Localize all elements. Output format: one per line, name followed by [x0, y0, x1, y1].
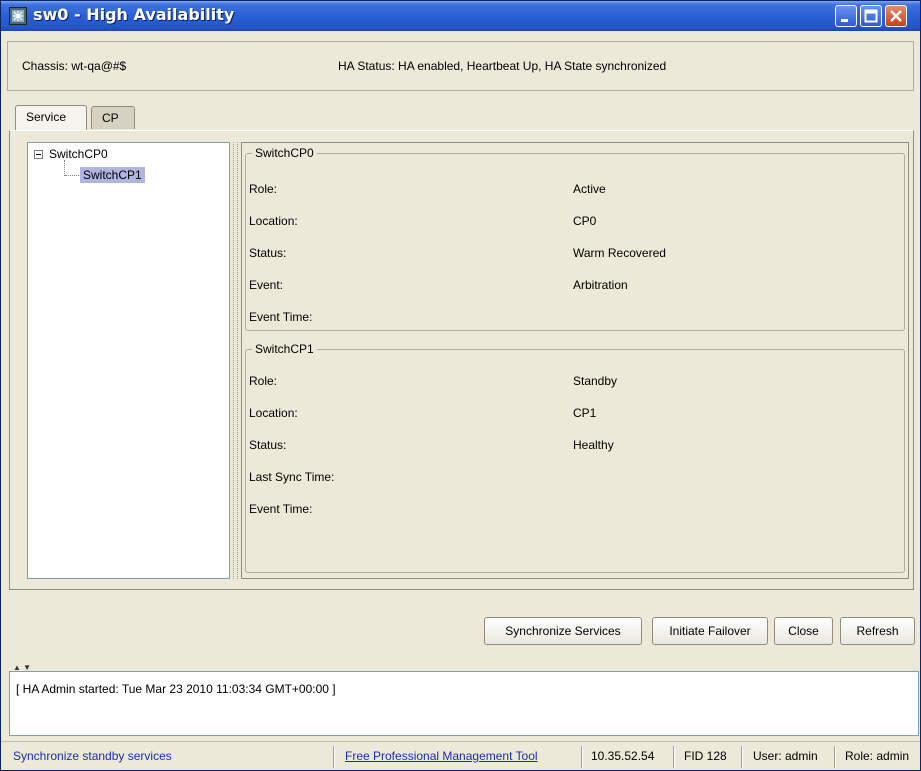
cp-tree[interactable]: SwitchCP0 SwitchCP1	[27, 142, 230, 579]
minimize-button[interactable]	[835, 5, 857, 27]
status-label: Status:	[249, 246, 287, 260]
event-time-label: Event Time:	[249, 310, 313, 324]
location-value: CP1	[573, 406, 597, 420]
close-button[interactable]: Close	[774, 617, 833, 645]
location-label: Location:	[249, 214, 298, 228]
ha-status-label: HA Status: HA enabled, Heartbeat Up, HA …	[338, 59, 667, 73]
tab-service[interactable]: Service	[15, 105, 87, 130]
event-label: Event:	[249, 278, 284, 292]
detail-panel: SwitchCP0 Role: Active Location: CP0 Sta…	[241, 142, 909, 579]
role-label: Role:	[249, 374, 278, 388]
title-bar[interactable]: sw0 - High Availability	[1, 1, 920, 31]
chassis-info-bar: Chassis: wt-qa@#$ HA Status: HA enabled,…	[7, 41, 914, 91]
log-line: [ HA Admin started: Tue Mar 23 2010 11:0…	[16, 682, 336, 696]
group-title: SwitchCP1	[252, 342, 317, 356]
tree-item-switchcp0[interactable]: SwitchCP0	[49, 146, 108, 162]
refresh-button[interactable]: Refresh	[840, 617, 915, 645]
tree-item-switchcp1[interactable]: SwitchCP1	[80, 167, 145, 183]
collapse-icon[interactable]	[34, 150, 43, 159]
high-availability-window: sw0 - High Availability Chassis: wt-qa@#…	[0, 0, 921, 771]
event-time-label: Event Time:	[249, 502, 313, 516]
log-output[interactable]: [ HA Admin started: Tue Mar 23 2010 11:0…	[9, 671, 919, 736]
ip-address: 10.35.52.54	[591, 749, 655, 763]
chassis-label: Chassis: wt-qa@#$	[22, 59, 127, 73]
initiate-failover-button[interactable]: Initiate Failover	[652, 617, 768, 645]
management-tool-link[interactable]: Free Professional Management Tool	[345, 742, 538, 771]
maximize-icon	[864, 9, 878, 23]
role-label: Role: admin	[845, 749, 910, 763]
synchronize-services-button[interactable]: Synchronize Services	[484, 617, 642, 645]
app-icon	[9, 7, 27, 25]
tab-cp[interactable]: CP	[91, 106, 135, 129]
status-separator	[673, 746, 674, 768]
switchcp0-group: SwitchCP0 Role: Active Location: CP0 Sta…	[245, 146, 905, 331]
maximize-button[interactable]	[860, 5, 882, 27]
location-value: CP0	[573, 214, 597, 228]
status-label: Status:	[249, 438, 287, 452]
location-label: Location:	[249, 406, 298, 420]
window-title: sw0 - High Availability	[33, 5, 235, 24]
fid-label: FID 128	[684, 749, 727, 763]
role-label: Role:	[249, 182, 278, 196]
role-value: Active	[573, 182, 606, 196]
status-value: Warm Recovered	[573, 246, 666, 260]
group-title: SwitchCP0	[252, 146, 317, 160]
status-bar: Synchronize standby services Free Profes…	[1, 741, 920, 770]
close-icon	[890, 10, 902, 22]
tree-connector	[64, 160, 65, 176]
status-separator	[581, 746, 582, 768]
status-value: Healthy	[573, 438, 614, 452]
split-pane-divider[interactable]	[233, 142, 238, 579]
close-window-button[interactable]	[885, 5, 907, 27]
status-separator	[333, 746, 334, 768]
role-value: Standby	[573, 374, 618, 388]
status-message: Synchronize standby services	[13, 749, 172, 763]
status-separator	[741, 746, 742, 768]
tree-connector	[65, 175, 79, 176]
event-value: Arbitration	[573, 278, 628, 292]
switchcp1-group: SwitchCP1 Role: Standby Location: CP1 St…	[245, 342, 905, 573]
last-sync-time-label: Last Sync Time:	[249, 470, 335, 484]
user-label: User: admin	[753, 749, 818, 763]
minimize-icon	[841, 19, 848, 22]
status-separator	[834, 746, 835, 768]
